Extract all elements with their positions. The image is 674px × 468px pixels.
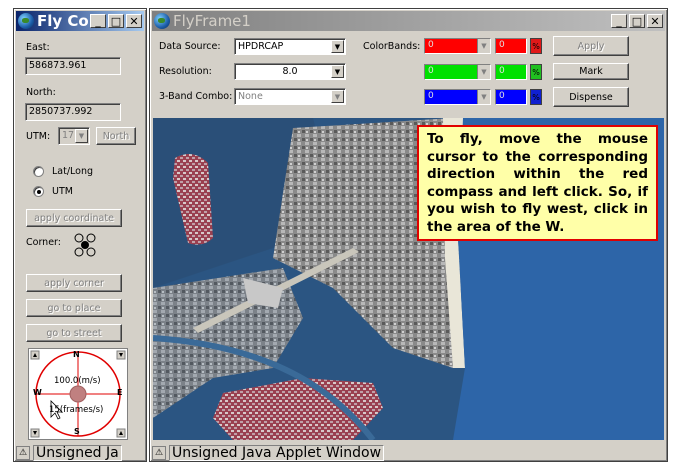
compass-s[interactable]: S [74,427,80,436]
compass-frames: 15(frames/s) [49,405,104,415]
radio-utm[interactable] [33,186,44,197]
data-source-select[interactable]: HPDRCAP ▼ [234,38,346,55]
radio-latlong[interactable] [33,166,44,177]
green-band-indicator[interactable]: % [530,64,542,80]
instruction-callout: To fly, move the mouse cursor to the cor… [417,125,658,241]
band-combo-label: 3-Band Combo: [159,91,233,102]
chevron-down-icon: ▼ [477,65,490,79]
fly-frame-statusbar: ⚠ Unsigned Java Applet Window [152,445,665,461]
control-window-titlebar[interactable]: Fly Co... _ □ ✕ [16,11,144,31]
radio-utm-label: UTM [52,186,73,197]
east-field[interactable]: 586873.961 [25,57,121,75]
band-combo-select[interactable]: None ▼ [234,88,346,105]
chevron-down-icon: ▼ [331,90,344,103]
red-band-select[interactable]: 0 ▼ [424,38,491,54]
compass-w[interactable]: W [33,388,42,397]
resolution-label: Resolution: [159,66,212,77]
compass-speed: 100.0(m/s) [54,376,101,386]
blue-band-value: 0 [428,91,434,101]
north-field[interactable]: 2850737.992 [25,103,121,121]
north-button[interactable]: North [96,127,136,145]
control-window-statusbar: ⚠ Unsigned Ja [16,445,144,461]
corner-label: Corner: [26,237,61,248]
band-combo-value: None [238,91,263,102]
chevron-down-icon: ▼ [75,129,88,143]
east-label: East: [26,42,50,53]
control-window: Fly Co... _ □ ✕ East: 586873.961 North: … [13,8,147,462]
data-source-label: Data Source: [159,41,221,52]
apply-button[interactable]: Apply [553,36,629,56]
colorbands-label: ColorBands: [363,41,421,52]
chevron-down-icon: ▼ [331,40,344,53]
chevron-down-icon: ▼ [477,90,490,104]
radio-latlong-label: Lat/Long [52,166,94,177]
control-window-title: Fly Co... [37,12,90,30]
java-applet-warning-icon: ⚠ [152,446,166,460]
resolution-value: 8.0 [282,66,298,77]
blue-band-indicator[interactable]: % [530,89,542,105]
corner-selector[interactable] [70,231,100,259]
maximize-icon[interactable]: □ [629,14,645,28]
chevron-down-icon: ▼ [477,39,490,53]
fly-frame-titlebar[interactable]: FlyFrame1 _ □ ✕ [152,11,665,31]
compass-n[interactable]: N [73,350,80,359]
go-to-place-button[interactable]: go to place [26,299,122,317]
compass-e[interactable]: E [117,388,122,397]
red-band-indicator[interactable]: % [530,38,542,54]
fly-frame-status: Unsigned Java Applet Window [169,445,385,461]
dispense-button[interactable]: Dispense [553,87,629,107]
green-band-select[interactable]: 0 ▼ [424,64,491,80]
utm-zone-select[interactable]: 17 ▼ [58,127,90,145]
apply-corner-button[interactable]: apply corner [26,274,122,292]
go-to-street-button[interactable]: go to street [26,324,122,342]
resolution-select[interactable]: 8.0 ▼ [234,63,346,80]
minimize-icon[interactable]: _ [90,14,106,28]
close-icon[interactable]: ✕ [126,14,142,28]
north-label: North: [26,87,56,98]
java-applet-warning-icon: ⚠ [16,446,30,460]
blue-band-field[interactable]: 0 [495,89,527,105]
close-icon[interactable]: ✕ [647,14,663,28]
red-band-field[interactable]: 0 [495,38,527,54]
compass[interactable]: N S E W 100.0(m/s) 15(frames/s) [28,348,128,440]
red-band-value: 0 [428,40,434,50]
apply-coordinate-button[interactable]: apply coordinate [26,209,122,227]
data-source-value: HPDRCAP [238,41,284,52]
globe-icon [18,13,34,29]
green-band-field[interactable]: 0 [495,64,527,80]
utm-zone-value: 17 [62,130,75,141]
maximize-icon[interactable]: □ [108,14,124,28]
blue-band-select[interactable]: 0 ▼ [424,89,491,105]
minimize-icon[interactable]: _ [611,14,627,28]
globe-icon [154,13,170,29]
fly-frame-title: FlyFrame1 [173,12,251,30]
mark-button[interactable]: Mark [553,63,629,80]
green-band-value: 0 [428,66,434,76]
chevron-down-icon: ▼ [331,65,344,78]
utm-label: UTM: [26,131,51,142]
control-window-status: Unsigned Ja [33,445,122,461]
